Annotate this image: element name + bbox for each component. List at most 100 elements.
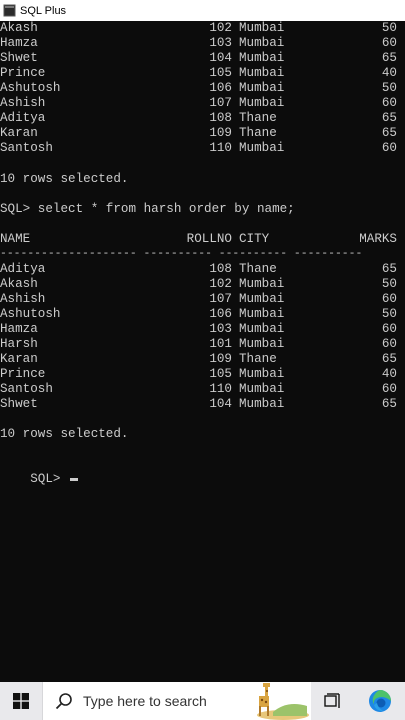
name-cell: Aditya — [0, 262, 46, 276]
window-title: SQL Plus — [20, 4, 67, 17]
name-cell: Hamza — [0, 36, 38, 50]
rows-selected-text: 10 rows selected. — [0, 427, 129, 441]
city-cell: Mumbai — [239, 367, 285, 381]
table-row: Ashutosh 106 Mumbai 50 — [0, 307, 397, 322]
table-row: Akash 102 Mumbai 50 — [0, 21, 397, 36]
marks-cell: 65 — [381, 111, 397, 125]
header-city: CITY — [239, 232, 270, 246]
edge-taskbar-button[interactable] — [355, 682, 405, 720]
marks-cell: 60 — [381, 36, 397, 50]
city-cell: Mumbai — [239, 66, 285, 80]
rollno-cell: 109 — [209, 126, 232, 140]
name-cell: Akash — [0, 277, 38, 291]
taskbar-search-box[interactable]: Type here to search — [42, 682, 311, 720]
marks-cell: 50 — [381, 277, 397, 291]
city-cell: Mumbai — [239, 292, 285, 306]
city-cell: Mumbai — [239, 337, 285, 351]
rollno-cell: 105 — [209, 66, 232, 80]
header-separator: -------------------- ---------- --------… — [0, 248, 363, 260]
rollno-cell: 104 — [209, 397, 232, 411]
rollno-cell: 107 — [209, 96, 232, 110]
marks-cell: 60 — [381, 337, 397, 351]
start-button[interactable] — [0, 682, 42, 720]
name-cell: Santosh — [0, 382, 53, 396]
sqlplus-app-icon — [3, 4, 16, 17]
marks-cell: 65 — [381, 397, 397, 411]
city-cell: Thane — [239, 352, 277, 366]
table-row: Akash 102 Mumbai 50 — [0, 277, 397, 292]
city-cell: Mumbai — [239, 51, 285, 65]
marks-cell: 60 — [381, 96, 397, 110]
rollno-cell: 103 — [209, 36, 232, 50]
name-cell: Akash — [0, 21, 38, 35]
name-cell: Prince — [0, 66, 46, 80]
windows-start-icon — [13, 693, 29, 709]
text-cursor — [70, 478, 79, 481]
city-cell: Mumbai — [239, 307, 285, 321]
task-view-icon — [324, 693, 340, 708]
name-cell: Santosh — [0, 141, 53, 155]
rollno-cell: 110 — [209, 141, 232, 155]
rollno-cell: 106 — [209, 307, 232, 321]
table-row: Shwet 104 Mumbai 65 — [0, 51, 397, 66]
table-row: Shwet 104 Mumbai 65 — [0, 397, 397, 412]
table-row: Prince 105 Mumbai 40 — [0, 66, 397, 81]
marks-cell: 60 — [381, 141, 397, 155]
name-cell: Shwet — [0, 397, 38, 411]
rollno-cell: 107 — [209, 292, 232, 306]
table-row: Hamza 103 Mumbai 60 — [0, 322, 397, 337]
table-row: Santosh 110 Mumbai 60 — [0, 141, 397, 156]
marks-cell: 40 — [381, 66, 397, 80]
table-row: Karan 109 Thane 65 — [0, 126, 397, 141]
rollno-cell: 110 — [209, 382, 232, 396]
city-cell: Mumbai — [239, 81, 285, 95]
name-cell: Aditya — [0, 111, 46, 125]
taskbar: Type here to search — [0, 682, 405, 720]
sql-query-line: SQL> select * from harsh order by name; — [0, 202, 295, 216]
name-cell: Ashish — [0, 292, 46, 306]
table-row: Hamza 103 Mumbai 60 — [0, 36, 397, 51]
table-row: Karan 109 Thane 65 — [0, 352, 397, 367]
table-row: Harsh 101 Mumbai 60 — [0, 337, 397, 352]
search-placeholder: Type here to search — [83, 693, 207, 709]
sql-prompt: SQL> — [30, 472, 69, 486]
rollno-cell: 101 — [209, 337, 232, 351]
name-cell: Ashish — [0, 96, 46, 110]
rollno-cell: 106 — [209, 81, 232, 95]
city-cell: Thane — [239, 262, 277, 276]
name-cell: Hamza — [0, 322, 38, 336]
marks-cell: 60 — [381, 292, 397, 306]
rollno-cell: 102 — [209, 277, 232, 291]
city-cell: Mumbai — [239, 382, 285, 396]
rollno-cell: 108 — [209, 111, 232, 125]
header-name: NAME — [0, 232, 31, 246]
city-cell: Thane — [239, 126, 277, 140]
city-cell: Mumbai — [239, 277, 285, 291]
rollno-cell: 109 — [209, 352, 232, 366]
name-cell: Ashutosh — [0, 81, 61, 95]
city-cell: Mumbai — [239, 397, 285, 411]
rollno-cell: 103 — [209, 322, 232, 336]
console-output[interactable]: Akash 102 Mumbai 50 Hamza 103 Mumbai 60 … — [0, 21, 405, 682]
sql-prompt-line[interactable]: SQL> — [0, 457, 79, 486]
marks-cell: 65 — [381, 51, 397, 65]
header-marks: MARKS — [359, 232, 397, 246]
name-cell: Prince — [0, 367, 46, 381]
marks-cell: 60 — [381, 382, 397, 396]
name-cell: Karan — [0, 126, 38, 140]
rollno-cell: 104 — [209, 51, 232, 65]
marks-cell: 60 — [381, 322, 397, 336]
name-cell: Ashutosh — [0, 307, 61, 321]
table-row: Santosh 110 Mumbai 60 — [0, 382, 397, 397]
search-highlight-giraffe-icon — [257, 683, 309, 720]
name-cell: Karan — [0, 352, 38, 366]
table-row: Prince 105 Mumbai 40 — [0, 367, 397, 382]
table-row: Ashish 107 Mumbai 60 — [0, 96, 397, 111]
table-header: NAME ROLLNO CITY MARKS — [0, 232, 397, 247]
rows-selected-text: 10 rows selected. — [0, 172, 129, 186]
marks-cell: 40 — [381, 367, 397, 381]
name-cell: Shwet — [0, 51, 38, 65]
window-titlebar[interactable]: SQL Plus — [0, 0, 405, 21]
marks-cell: 50 — [381, 21, 397, 35]
task-view-button[interactable] — [311, 682, 355, 720]
